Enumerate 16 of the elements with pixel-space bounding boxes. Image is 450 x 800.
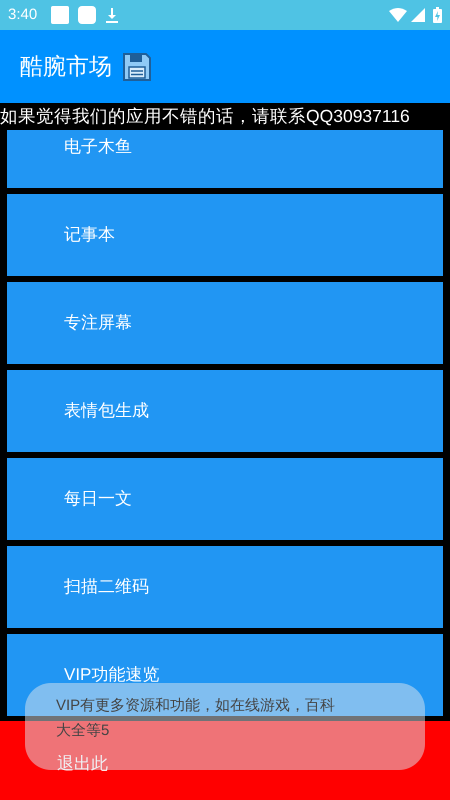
toast-text: VIP有更多资源和功能，如在线游戏，百科 [56,696,336,716]
download-icon [105,7,120,23]
menu-item[interactable]: 每日一文 [7,458,443,540]
battery-icon [433,7,442,23]
wifi-icon [389,8,407,22]
menu-item[interactable]: 电子木鱼 [7,130,443,188]
toast-text: 大全等5 [56,721,110,741]
menu-item[interactable]: 表情包生成 [7,370,443,452]
signal-icon [411,8,425,22]
app-title: 酷腕市场 [20,52,112,82]
clock: 3:40 [8,4,38,25]
notification-icon [78,6,96,24]
notification-icon [51,6,70,24]
menu-item[interactable]: 专注屏幕 [7,282,443,364]
menu-item[interactable]: 扫描二维码 [7,546,443,628]
menu-item[interactable]: 记事本 [7,194,443,276]
